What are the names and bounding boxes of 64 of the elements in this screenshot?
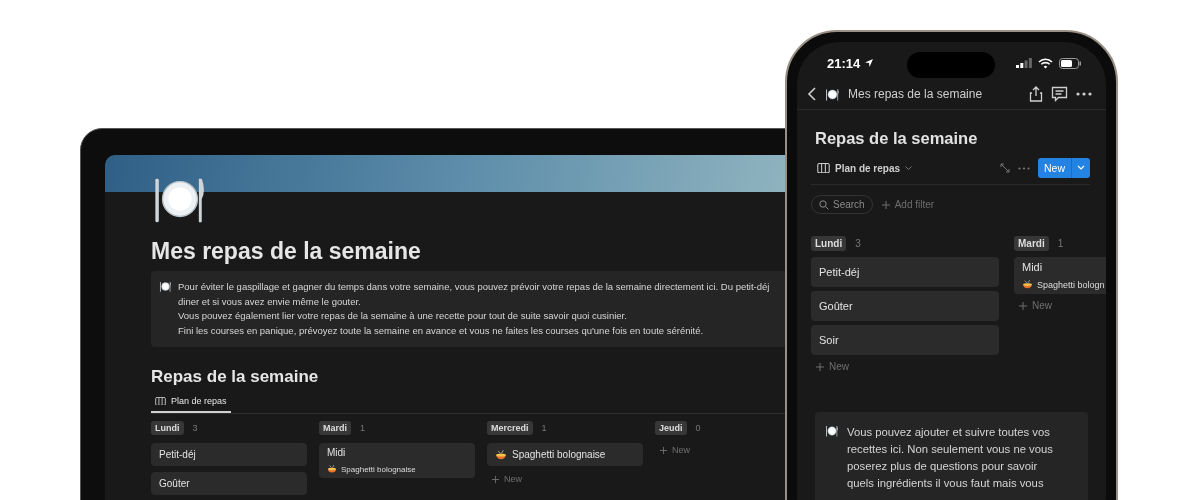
new-card-button[interactable]: New bbox=[487, 472, 526, 486]
view-selector[interactable]: Plan de repas bbox=[817, 162, 992, 174]
signal-icon bbox=[1016, 58, 1032, 68]
location-arrow-icon bbox=[864, 58, 875, 68]
column-count: 0 bbox=[695, 423, 701, 433]
spaghetti-bowl-icon bbox=[327, 464, 337, 474]
new-card-button[interactable]: New bbox=[811, 359, 853, 374]
callout-text: Vous pouvez ajouter et suivre toutes vos recettes ici. Non seulement vous ne vous poserez plus de questions pour savoir quels ingrédients il vous faut mais vous bbox=[847, 425, 1054, 491]
column-count: 1 bbox=[541, 423, 547, 433]
page-title: Mes repas de la semaine bbox=[151, 238, 422, 265]
board-card[interactable]: Soir bbox=[811, 325, 999, 355]
more-icon[interactable] bbox=[1076, 92, 1092, 96]
add-filter-button[interactable]: Add filter bbox=[880, 199, 935, 210]
new-card-button[interactable]: New bbox=[1014, 298, 1056, 313]
recipe-link[interactable]: Spaghetti bologn bbox=[1022, 279, 1105, 290]
plus-icon bbox=[1018, 300, 1028, 311]
callout-text: Fini les courses en panique, prévoyez toute la semaine en avance et vous ne faites les courses qu'une fois en toute sérénité. bbox=[178, 323, 705, 338]
battery-icon bbox=[1059, 57, 1082, 69]
share-icon[interactable] bbox=[1029, 86, 1043, 102]
new-button[interactable]: New bbox=[1038, 158, 1090, 178]
column-tag: Lundi bbox=[811, 236, 847, 251]
recipe-link[interactable]: Spaghetti bolognaise bbox=[327, 464, 467, 474]
board-view-icon bbox=[155, 396, 166, 406]
column-tag: Mercredi bbox=[487, 421, 533, 435]
board-card[interactable]: Petit-déj bbox=[151, 443, 307, 466]
database-title: Repas de la semaine bbox=[815, 129, 979, 148]
board-view-icon bbox=[817, 162, 830, 174]
board-card[interactable]: Goûter bbox=[811, 291, 999, 321]
new-card-button[interactable]: New bbox=[655, 443, 694, 457]
view-tab[interactable]: Plan de repas bbox=[151, 393, 231, 413]
column-count: 1 bbox=[360, 423, 366, 433]
back-icon[interactable] bbox=[807, 87, 817, 101]
column-tag: Lundi bbox=[151, 421, 184, 435]
plus-icon bbox=[659, 445, 668, 455]
board-card[interactable]: Midi Spaghetti bolognaise bbox=[319, 443, 475, 478]
plate-cutlery-icon bbox=[159, 280, 172, 293]
spaghetti-bowl-icon bbox=[495, 448, 507, 461]
spaghetti-bowl-icon bbox=[1022, 279, 1033, 290]
status-time: 21:14 bbox=[827, 55, 875, 71]
board-card[interactable]: Goûter bbox=[151, 472, 307, 495]
plus-icon bbox=[880, 199, 891, 210]
column-tag: Mardi bbox=[1014, 236, 1049, 251]
plate-cutlery-icon bbox=[825, 86, 840, 102]
column-tag: Jeudi bbox=[655, 421, 687, 435]
plus-icon bbox=[491, 474, 500, 484]
database-title: Repas de la semaine bbox=[151, 367, 320, 387]
search-icon bbox=[819, 199, 829, 210]
callout-text: Vous pouvez également lier votre repas de la semaine à une recette pour tout de suite savoir quoi cusinier. bbox=[178, 309, 628, 323]
plate-cutlery-icon bbox=[825, 424, 839, 438]
board-card[interactable]: Midi Spaghetti bologn bbox=[1014, 257, 1106, 294]
callout-text: diner et si vous avez envie même le gouter. bbox=[178, 294, 362, 309]
callout-text: Pour éviter le gaspillage et gagner du temps dans votre semaine, vous pouvez prévoir votre repas de la semaine directement ici. Du petit-déj bbox=[178, 280, 770, 294]
wifi-icon bbox=[1038, 57, 1053, 69]
plus-icon bbox=[815, 361, 825, 372]
comment-icon[interactable] bbox=[1051, 86, 1068, 102]
board-card[interactable]: Spaghetti bolognaise bbox=[487, 443, 643, 466]
board-card[interactable]: Petit-déj bbox=[811, 257, 999, 287]
column-count: 1 bbox=[1057, 238, 1064, 249]
page-breadcrumb: Mes repas de la semaine bbox=[848, 87, 984, 101]
column-tag: Mardi bbox=[319, 421, 351, 435]
expand-icon[interactable] bbox=[1000, 163, 1010, 173]
chevron-down-icon bbox=[905, 165, 913, 171]
column-count: 3 bbox=[192, 423, 198, 433]
column-count: 3 bbox=[855, 238, 861, 249]
